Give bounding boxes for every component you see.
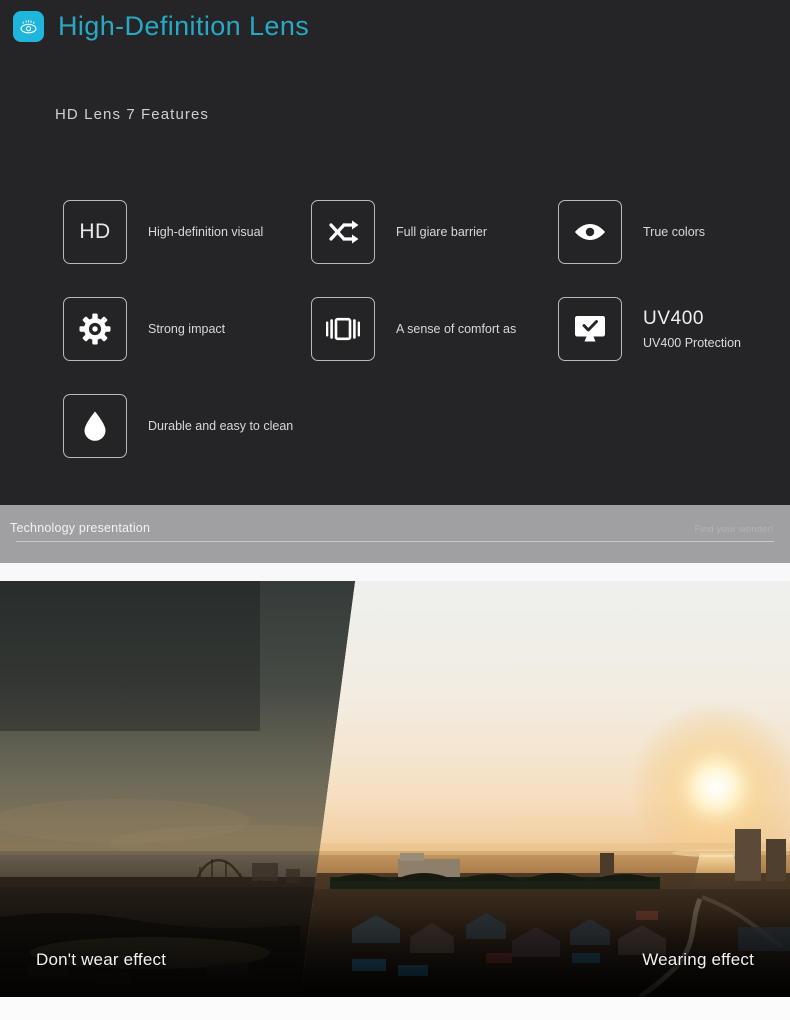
photo-illustration <box>0 581 790 997</box>
water-drop-icon <box>63 394 127 458</box>
feature-item-comfort[interactable]: A sense of comfort as <box>311 297 516 361</box>
banner-content: Technology presentation Find your wonder… <box>10 521 774 542</box>
banner-title: Technology presentation <box>10 521 151 535</box>
page-footer-strip <box>0 997 790 1020</box>
hd-glyph: HD <box>79 220 111 243</box>
eye-icon <box>13 11 44 42</box>
monitor-check-icon <box>558 297 622 361</box>
features-panel: High-Definition Lens HD Lens 7 Features … <box>0 0 790 505</box>
film-frame-icon <box>311 297 375 361</box>
feature-row: HD High-definition visual Full giare bar… <box>0 200 790 297</box>
section-divider <box>0 563 790 581</box>
feature-label: UV400 <box>643 308 705 330</box>
feature-label: True colors <box>643 224 706 239</box>
page-title: High-Definition Lens <box>58 11 310 41</box>
feature-label: Strong impact <box>148 321 226 336</box>
feature-label: Durable and easy to clean <box>148 418 294 433</box>
feature-row: Strong impact A sense of comfort as UV40… <box>0 297 790 394</box>
feature-item-true-colors[interactable]: True colors <box>558 200 705 264</box>
feature-item-uv400[interactable]: UV400 UV400 Protection <box>558 297 741 361</box>
banner-tagline: Find your wonder! <box>694 524 774 535</box>
caption-wearing: Wearing effect <box>642 950 754 969</box>
hd-text-icon: HD <box>63 200 127 264</box>
page-header: High-Definition Lens <box>13 11 309 42</box>
comparison-photo: Don't wear effect Wearing effect <box>0 581 790 997</box>
technology-banner: Technology presentation Find your wonder… <box>0 505 790 563</box>
feature-label: High-definition visual <box>148 224 264 239</box>
shuffle-arrows-icon <box>311 200 375 264</box>
feature-item-strong-impact[interactable]: Strong impact <box>63 297 225 361</box>
gear-icon <box>63 297 127 361</box>
feature-label: Full giare barrier <box>396 224 488 239</box>
feature-grid: HD High-definition visual Full giare bar… <box>0 200 790 491</box>
feature-row: Durable and easy to clean <box>0 394 790 491</box>
feature-sublabel: UV400 Protection <box>643 335 741 350</box>
eye-icon <box>558 200 622 264</box>
section-subtitle: HD Lens 7 Features <box>55 106 210 123</box>
feature-item-durable[interactable]: Durable and easy to clean <box>63 394 293 458</box>
caption-dont-wear: Don't wear effect <box>36 950 167 969</box>
feature-item-glare[interactable]: Full giare barrier <box>311 200 487 264</box>
feature-label: A sense of comfort as <box>396 321 517 336</box>
feature-label-group: UV400 UV400 Protection <box>643 306 741 352</box>
product-detail-page: High-Definition Lens HD Lens 7 Features … <box>0 0 790 1020</box>
feature-item-hd[interactable]: HD High-definition visual <box>63 200 263 264</box>
